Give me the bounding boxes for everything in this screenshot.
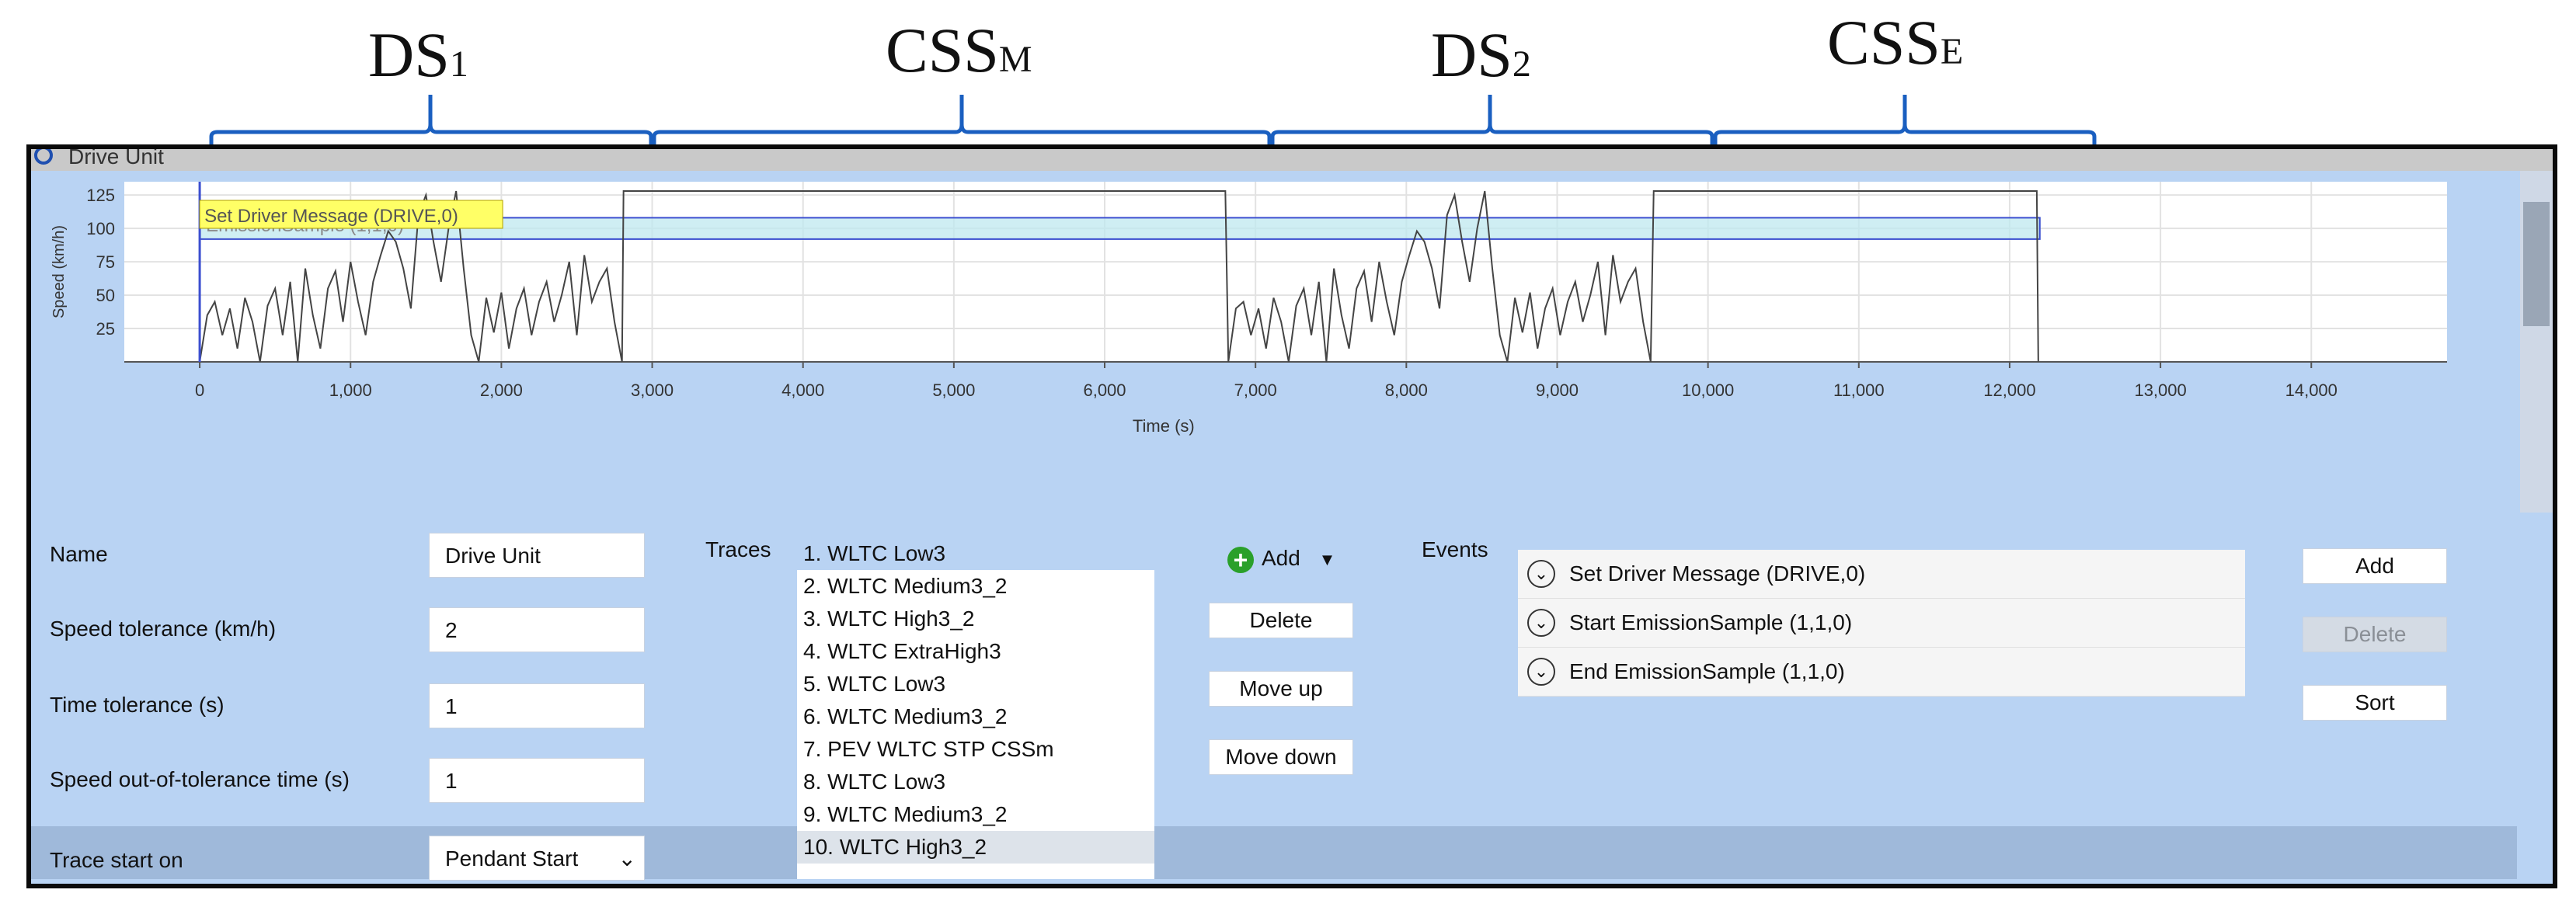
x-tick-label: 13,000: [2134, 381, 2186, 400]
add-event-button[interactable]: Add: [2303, 548, 2447, 584]
x-tick-label: 10,000: [1682, 381, 1734, 400]
x-tick-label: 3,000: [631, 381, 674, 400]
y-tick-label: 50: [96, 286, 115, 305]
panel-title: Drive Unit: [68, 144, 164, 169]
traces-label: Traces: [705, 537, 771, 561]
speed-oot-time-label: Speed out-of-tolerance time (s): [50, 767, 350, 791]
trace-item[interactable]: 1. WLTC Low3: [797, 537, 1154, 570]
trace-start-label: Trace start on: [50, 848, 183, 872]
trace-item[interactable]: 7. PEV WLTC STP CSSm: [797, 733, 1154, 766]
x-tick-label: 14,000: [2285, 381, 2338, 400]
y-tick-label: 75: [96, 252, 115, 272]
trace-item[interactable]: 8. WLTC Low3: [797, 766, 1154, 798]
event-item[interactable]: ⌄ Set Driver Message (DRIVE,0): [1518, 550, 2245, 599]
sort-events-button[interactable]: Sort: [2303, 685, 2447, 721]
speed-oot-time-field[interactable]: 1: [429, 758, 645, 803]
name-label: Name: [50, 542, 108, 566]
chevron-down-icon: ⌄: [618, 846, 636, 871]
x-tick-label: 2,000: [480, 381, 523, 400]
driver-message-label: Set Driver Message (DRIVE,0): [204, 206, 458, 227]
x-axis-label: Time (s): [1133, 416, 1195, 436]
trace-item[interactable]: 10. WLTC High3_2: [797, 831, 1154, 864]
events-label: Events: [1422, 537, 1488, 561]
speed-chart: 25 50 75 100 125 0 1,000 2,000 3,000 4,000 5,000 6,…: [50, 182, 2447, 436]
event-label: End EmissionSample (1,1,0): [1569, 659, 1845, 683]
y-tick-label: 100: [86, 219, 115, 238]
trace-item[interactable]: 6. WLTC Medium3_2: [797, 700, 1154, 733]
add-trace-button[interactable]: + Add ▼: [1227, 540, 1335, 576]
x-tick-label: 11,000: [1833, 381, 1885, 400]
x-tick-label: 9,000: [1536, 381, 1579, 400]
move-down-button[interactable]: Move down: [1209, 739, 1353, 775]
plus-icon: +: [1227, 546, 1254, 573]
caret-down-icon: ▼: [1318, 550, 1336, 569]
trace-item[interactable]: 3. WLTC High3_2: [797, 603, 1154, 635]
x-tick-label: 6,000: [1083, 381, 1126, 400]
scrollbar-thumb[interactable]: [2523, 202, 2550, 326]
drive-unit-panel: Drive Unit 25 50 75 100 125 0 1,000 2,000 3,000 4…: [26, 144, 2557, 888]
trace-start-select[interactable]: Pendant Start ⌄: [429, 836, 645, 881]
chevron-down-icon[interactable]: ⌄: [1527, 609, 1555, 637]
y-tick-label: 25: [96, 319, 115, 339]
event-label: Start EmissionSample (1,1,0): [1569, 610, 1853, 634]
y-axis-label: Speed (km/h): [50, 225, 68, 318]
time-tolerance-label: Time tolerance (s): [50, 693, 225, 717]
trace-item[interactable]: 4. WLTC ExtraHigh3: [797, 635, 1154, 668]
trace-item[interactable]: 5. WLTC Low3: [797, 668, 1154, 700]
event-item[interactable]: ⌄ End EmissionSample (1,1,0): [1518, 648, 2245, 697]
trace-item[interactable]: 9. WLTC Medium3_2: [797, 798, 1154, 831]
time-tolerance-field[interactable]: 1: [429, 683, 645, 728]
speed-tolerance-field[interactable]: 2: [429, 607, 645, 652]
panel-icon: [34, 149, 53, 165]
delete-trace-button[interactable]: Delete: [1209, 603, 1353, 638]
vertical-scrollbar[interactable]: [2520, 171, 2553, 513]
x-tick-label: 12,000: [1983, 381, 2035, 400]
chevron-down-icon[interactable]: ⌄: [1527, 658, 1555, 686]
event-label: Set Driver Message (DRIVE,0): [1569, 561, 1866, 586]
delete-event-button: Delete: [2303, 617, 2447, 652]
y-tick-label: 125: [86, 186, 115, 205]
trace-start-row: [31, 826, 2517, 879]
x-tick-label: 5,000: [932, 381, 975, 400]
add-trace-label: Add: [1262, 546, 1300, 570]
chevron-down-icon[interactable]: ⌄: [1527, 560, 1555, 588]
x-tick-label: 4,000: [782, 381, 824, 400]
move-up-button[interactable]: Move up: [1209, 671, 1353, 707]
events-list[interactable]: ⌄ Set Driver Message (DRIVE,0) ⌄ Start E…: [1518, 550, 2245, 697]
event-item[interactable]: ⌄ Start EmissionSample (1,1,0): [1518, 599, 2245, 648]
traces-list[interactable]: 1. WLTC Low3 2. WLTC Medium3_2 3. WLTC H…: [797, 537, 1154, 879]
x-tick-label: 8,000: [1385, 381, 1428, 400]
name-field[interactable]: Drive Unit: [429, 533, 645, 578]
speed-tolerance-label: Speed tolerance (km/h): [50, 617, 277, 641]
trace-item[interactable]: 2. WLTC Medium3_2: [797, 570, 1154, 603]
panel-header: Drive Unit: [31, 149, 2553, 171]
x-tick-label: 7,000: [1234, 381, 1277, 400]
trace-start-value: Pendant Start: [445, 846, 579, 871]
x-tick-label: 1,000: [329, 381, 372, 400]
x-tick-label: 0: [195, 381, 204, 400]
